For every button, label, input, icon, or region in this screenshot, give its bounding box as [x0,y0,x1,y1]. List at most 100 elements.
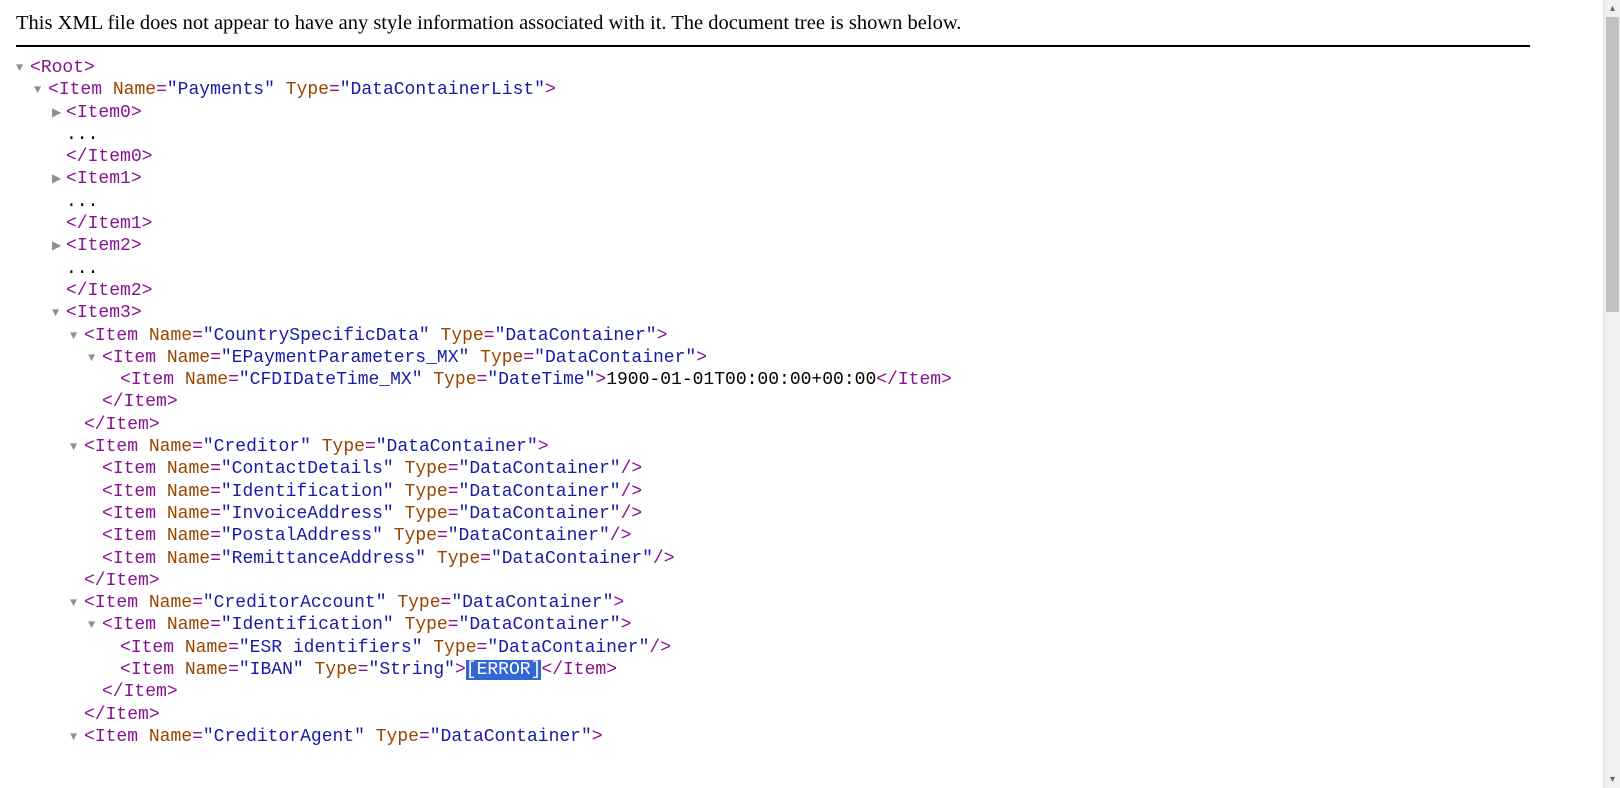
xml-line-l21[interactable]: <Item Name="PostalAddress" Type="DataCon… [88,525,1530,547]
collapse-arrow-icon[interactable]: ▼ [88,347,102,369]
xml-selected-text[interactable]: [ERROR] [466,660,542,680]
xml-punctuation: = [477,638,488,658]
xml-attr-value: "DataContainer" [491,549,653,569]
xml-line-l20[interactable]: <Item Name="InvoiceAddress" Type="DataCo… [88,503,1530,525]
xml-line-l4[interactable]: </Item0> [52,146,1530,168]
xml-punctuation: < [84,437,95,457]
xml-tag-name: Item [131,370,174,390]
xml-punctuation: = [480,549,491,569]
xml-attr-value: "CFDIDateTime_MX" [239,370,423,390]
xml-tag-name: Item [124,682,167,702]
xml-punctuation: = [365,437,376,457]
collapse-arrow-icon[interactable]: ▼ [70,592,84,614]
xml-line-l1[interactable]: ▼<Item Name="Payments" Type="DataContain… [34,79,1530,101]
scroll-down-button[interactable]: ▾ [1604,771,1620,788]
xml-line-l17[interactable]: ▼<Item Name="Creditor" Type="DataContain… [70,436,1530,458]
xml-punctuation: = [437,526,448,546]
xml-punctuation: = [210,504,221,524]
xml-attr-value: "DataContainer" [459,482,621,502]
collapse-arrow-icon[interactable]: ▼ [70,726,84,748]
expand-arrow-icon[interactable]: ▶ [52,235,66,257]
xml-punctuation: = [192,437,203,457]
xml-line-l24[interactable]: ▼<Item Name="CreditorAccount" Type="Data… [70,592,1530,614]
xml-line-l2[interactable]: ▶<Item0> [52,102,1530,124]
xml-punctuation: > [142,281,153,301]
collapse-arrow-icon[interactable]: ▼ [34,79,48,101]
xml-line-l3[interactable]: ... [52,124,1530,146]
xml-attr-name: Type [480,348,523,368]
xml-line-l13[interactable]: ▼<Item Name="EPaymentParameters_MX" Type… [88,347,1530,369]
xml-attr-value: "EPaymentParameters_MX" [221,348,469,368]
xml-tag-name: Item [106,415,149,435]
xml-line-l5[interactable]: ▶<Item1> [52,168,1530,190]
xml-punctuation: > [613,593,624,613]
collapse-arrow-icon[interactable]: ▼ [70,436,84,458]
collapse-arrow-icon[interactable]: ▼ [88,614,102,636]
xml-attr-name: Type [286,80,329,100]
expand-arrow-icon[interactable]: ▶ [52,168,66,190]
xml-attr-name: Type [397,593,440,613]
xml-punctuation: < [102,482,113,502]
xml-line-l23[interactable]: </Item> [70,570,1530,592]
xml-line-l11[interactable]: ▼<Item3> [52,302,1530,324]
xml-line-l0[interactable]: ▼<Root> [16,57,1530,79]
scroll-thumb[interactable] [1606,17,1619,312]
xml-line-l8[interactable]: ▶<Item2> [52,235,1530,257]
xml-line-l15[interactable]: </Item> [88,391,1530,413]
xml-text [156,459,167,479]
xml-line-l18[interactable]: <Item Name="ContactDetails" Type="DataCo… [88,458,1530,480]
xml-line-l16[interactable]: </Item> [70,414,1530,436]
xml-punctuation: < [102,348,113,368]
xml-line-l6[interactable]: ... [52,191,1530,213]
xml-line-l30[interactable]: ▼<Item Name="CreditorAgent" Type="DataCo… [70,726,1530,748]
xml-line-l19[interactable]: <Item Name="Identification" Type="DataCo… [88,481,1530,503]
xml-line-l9[interactable]: ... [52,258,1530,280]
xml-line-l27[interactable]: <Item Name="IBAN" Type="String">[ERROR]<… [106,659,1530,681]
xml-punctuation: > [621,615,632,635]
xml-line-l10[interactable]: </Item2> [52,280,1530,302]
vertical-scrollbar[interactable]: ▴ ▾ [1603,0,1620,788]
xml-line-l12[interactable]: ▼<Item Name="CountrySpecificData" Type="… [70,325,1530,347]
xml-tag-name: Item1 [88,214,142,234]
xml-line-l7[interactable]: </Item1> [52,213,1530,235]
xml-punctuation: > [538,437,549,457]
xml-punctuation: = [523,348,534,368]
xml-attr-name: Type [394,526,437,546]
xml-text [423,638,434,658]
collapse-arrow-icon[interactable]: ▼ [16,57,30,79]
xml-punctuation: < [102,459,113,479]
collapse-arrow-icon[interactable]: ▼ [52,302,66,324]
xml-text [156,526,167,546]
xml-punctuation: = [228,638,239,658]
xml-punctuation: > [84,58,95,78]
xml-tag-name: Item [898,370,941,390]
xml-line-l22[interactable]: <Item Name="RemittanceAddress" Type="Dat… [88,548,1530,570]
xml-punctuation: < [102,549,113,569]
xml-punctuation: /> [649,638,671,658]
xml-tag-name: Item [95,727,138,747]
xml-punctuation: /> [653,549,675,569]
xml-attr-name: Type [405,459,448,479]
xml-attr-name: Type [322,437,365,457]
xml-punctuation: > [455,660,466,680]
xml-punctuation: > [131,303,142,323]
no-style-banner: This XML file does not appear to have an… [16,8,1530,41]
scroll-up-button[interactable]: ▴ [1604,0,1620,17]
xml-viewer-viewport[interactable]: This XML file does not appear to have an… [0,0,1540,788]
collapse-arrow-icon[interactable]: ▼ [70,325,84,347]
xml-line-l29[interactable]: </Item> [70,704,1530,726]
xml-punctuation: > [131,169,142,189]
xml-tag-name: Item0 [88,147,142,167]
xml-punctuation: /> [621,504,643,524]
xml-attr-name: Type [433,370,476,390]
xml-punctuation: = [210,526,221,546]
xml-line-l26[interactable]: <Item Name="ESR identifiers" Type="DataC… [106,637,1530,659]
xml-text [138,326,149,346]
xml-line-l25[interactable]: ▼<Item Name="Identification" Type="DataC… [88,614,1530,636]
xml-line-l14[interactable]: <Item Name="CFDIDateTime_MX" Type="DateT… [106,369,1530,391]
xml-line-l28[interactable]: </Item> [88,681,1530,703]
xml-punctuation: > [131,236,142,256]
expand-arrow-icon[interactable]: ▶ [52,102,66,124]
xml-text [311,437,322,457]
xml-punctuation: > [696,348,707,368]
